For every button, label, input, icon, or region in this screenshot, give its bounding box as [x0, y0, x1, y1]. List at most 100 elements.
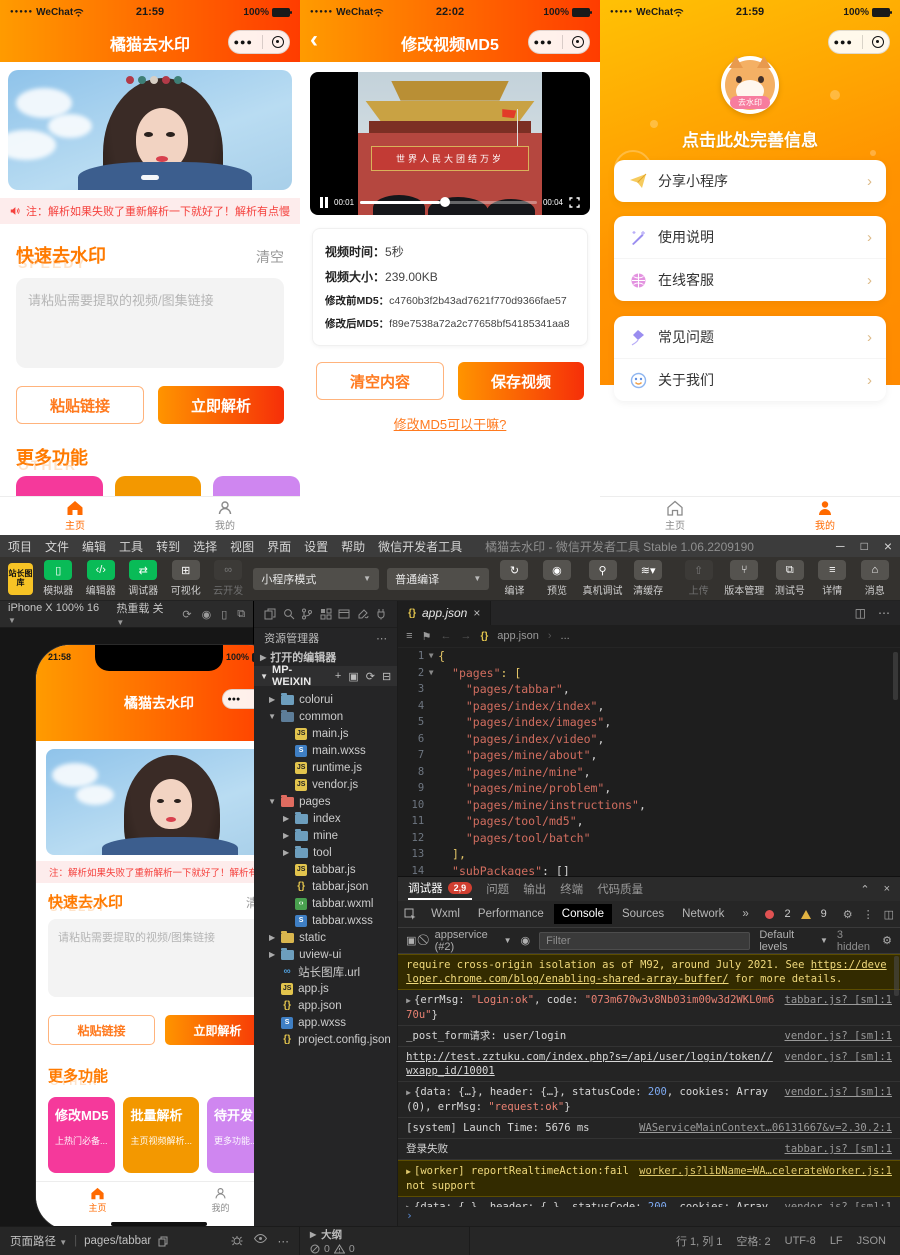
settings-gear-icon[interactable]: ⚙	[843, 908, 853, 921]
menu-settings[interactable]: 设置	[304, 538, 328, 555]
breadcrumb-file[interactable]: app.json	[497, 630, 539, 642]
source-link[interactable]: tabbar.js? [sm]:1	[785, 993, 892, 1007]
source-link[interactable]: vendor.js? [sm]:1	[785, 1085, 892, 1099]
refresh-icon[interactable]: ⟳	[366, 670, 375, 683]
eye-icon[interactable]: ◉	[521, 934, 531, 947]
source-link[interactable]: vendor.js? [sm]:1	[785, 1029, 892, 1043]
menu-goto[interactable]: 转到	[156, 538, 180, 555]
pause-button[interactable]	[320, 197, 328, 208]
complete-info-button[interactable]: 点击此处完善信息	[600, 126, 900, 151]
source-link[interactable]: worker.js?libName=WA…celerateWorker.js:1	[639, 1164, 892, 1178]
menu-view[interactable]: 视图	[230, 538, 254, 555]
top-frame-icon[interactable]: ▣	[406, 934, 416, 947]
tree-item-static[interactable]: ▶static	[254, 929, 397, 946]
tab-mine[interactable]: 我的	[150, 497, 300, 535]
close-icon[interactable]: ×	[473, 606, 480, 620]
page-path-select[interactable]: 页面路径 ▼	[10, 1233, 67, 1249]
copy-icon[interactable]	[158, 1236, 168, 1247]
outline-list-icon[interactable]: ≡	[406, 630, 412, 642]
tree-item-mainwxss[interactable]: Smain.wxss	[254, 742, 397, 759]
tree-item-tabbarjs[interactable]: JStabbar.js	[254, 861, 397, 878]
source-link[interactable]: WAServiceMainContext…06131667&v=2.30.2:1	[639, 1121, 892, 1135]
account-avatar[interactable]: 站长图库	[8, 563, 33, 595]
tab-code-quality[interactable]: 代码质量	[597, 881, 643, 897]
tree-item-pages[interactable]: ▼pages	[254, 793, 397, 810]
menu-item-share[interactable]: 分享小程序 ›	[614, 160, 886, 202]
window-icon[interactable]	[338, 608, 350, 620]
tree-item-tabbarjson[interactable]: {}tabbar.json	[254, 878, 397, 895]
compile-mode-select[interactable]: 普通编译▼	[387, 568, 489, 590]
log-levels-select[interactable]: Default levels▼	[759, 929, 828, 953]
breadcrumb-more[interactable]: ...	[561, 630, 570, 642]
more-actions-icon[interactable]: ⋯	[878, 606, 890, 620]
outline-section[interactable]: ▶大纲	[310, 1227, 459, 1242]
tree-item-tabbarwxml[interactable]: ‹›tabbar.wxml	[254, 895, 397, 912]
sim-link-input[interactable]	[48, 919, 270, 997]
video-pause-pill[interactable]	[141, 175, 159, 180]
simulator-phone[interactable]: 21:58 100% 橘猫去水印 ●●●	[36, 645, 282, 1230]
progress-slider[interactable]	[360, 201, 537, 204]
back-icon[interactable]: ‹	[310, 26, 318, 54]
devtab-sources[interactable]: Sources	[614, 904, 672, 924]
detail-button[interactable]: ≡详情	[815, 560, 849, 597]
paint-icon[interactable]	[357, 608, 369, 620]
version-manage-button[interactable]: ⑂版本管理	[724, 560, 765, 597]
capsule-menu-button[interactable]: ●●●	[528, 30, 590, 54]
device-debug-button[interactable]: ⚲真机调试	[582, 560, 623, 597]
kebab-menu-icon[interactable]: ⋮	[863, 908, 874, 921]
multi-window-icon[interactable]: ⧉	[237, 608, 245, 621]
maximize-button[interactable]: □	[861, 539, 868, 553]
devtab-console[interactable]: Console	[554, 904, 612, 924]
tree-item-index[interactable]: ▶index	[254, 810, 397, 827]
nav-back-icon[interactable]: ←	[440, 630, 451, 642]
menu-item-usage[interactable]: 使用说明 ›	[614, 216, 886, 258]
md5-help-link[interactable]: 修改MD5可以干嘛?	[300, 414, 600, 433]
more-actions-icon[interactable]: ⋯	[278, 1234, 290, 1248]
clear-content-button[interactable]: 清空内容	[316, 362, 444, 400]
tree-item-mainjs[interactable]: JSmain.js	[254, 725, 397, 742]
device-select[interactable]: iPhone X 100% 16 ▼	[8, 602, 106, 626]
rotate-icon[interactable]: ⟳	[182, 608, 191, 621]
files-icon[interactable]	[264, 608, 276, 620]
menu-select[interactable]: 选择	[193, 538, 217, 555]
devtab-performance[interactable]: Performance	[470, 904, 552, 924]
debugger-toggle-button[interactable]: ⇄调试器	[126, 560, 160, 597]
preview-button[interactable]: ◉预览	[540, 560, 574, 597]
devtab-network[interactable]: Network	[674, 904, 732, 924]
paste-link-button[interactable]: 粘贴链接	[16, 386, 144, 424]
console-prompt[interactable]: ›	[398, 1207, 900, 1227]
tree-item-tabbarwxss[interactable]: Stabbar.wxss	[254, 912, 397, 929]
tab-home[interactable]: 主页	[0, 497, 150, 535]
close-panel-icon[interactable]: ×	[884, 883, 890, 896]
bookmark-icon[interactable]: ⚑	[422, 630, 432, 643]
inspect-icon[interactable]	[404, 908, 417, 921]
menu-edit[interactable]: 编辑	[82, 538, 106, 555]
tree-item-uviewui[interactable]: ▶uview-ui	[254, 946, 397, 963]
plugin-icon[interactable]	[375, 608, 387, 620]
dock-side-icon[interactable]: ◫	[884, 908, 894, 921]
parse-now-button[interactable]: 立即解析	[158, 386, 284, 424]
tree-item-url[interactable]: ∞站长图库.url	[254, 963, 397, 980]
console-settings-icon[interactable]: ⚙	[882, 934, 892, 947]
tree-item-colorui[interactable]: ▶colorui	[254, 691, 397, 708]
tab-appjson[interactable]: {} app.json ×	[398, 601, 491, 625]
language-mode[interactable]: JSON	[857, 1235, 886, 1247]
menu-file[interactable]: 文件	[45, 538, 69, 555]
nav-forward-icon[interactable]: →	[460, 630, 471, 642]
save-video-button[interactable]: 保存视频	[458, 362, 584, 400]
feature-card-batch[interactable]: 批量解析主页视频解析...	[123, 1097, 199, 1173]
editor-toggle-button[interactable]: ‹/›编辑器	[84, 560, 118, 597]
tree-item-appjs[interactable]: JSapp.js	[254, 980, 397, 997]
split-editor-icon[interactable]: ◫	[855, 606, 866, 620]
new-folder-icon[interactable]: ▣	[348, 670, 358, 683]
eye-icon[interactable]	[254, 1234, 267, 1243]
record-icon[interactable]: ◉	[202, 608, 212, 621]
project-root-row[interactable]: ▼MP-WEIXIN + ▣ ⟳ ⊟	[254, 666, 397, 686]
menu-help[interactable]: 帮助	[341, 538, 365, 555]
hot-reload-select[interactable]: 热重载 关 ▼	[116, 600, 172, 628]
bug-icon[interactable]	[231, 1234, 243, 1246]
devtab-wxml[interactable]: Wxml	[423, 904, 468, 924]
source-link[interactable]: vendor.js? [sm]:1	[785, 1050, 892, 1064]
more-actions-icon[interactable]: ⋯	[376, 632, 387, 645]
editor-scrollbar[interactable]	[893, 652, 898, 700]
